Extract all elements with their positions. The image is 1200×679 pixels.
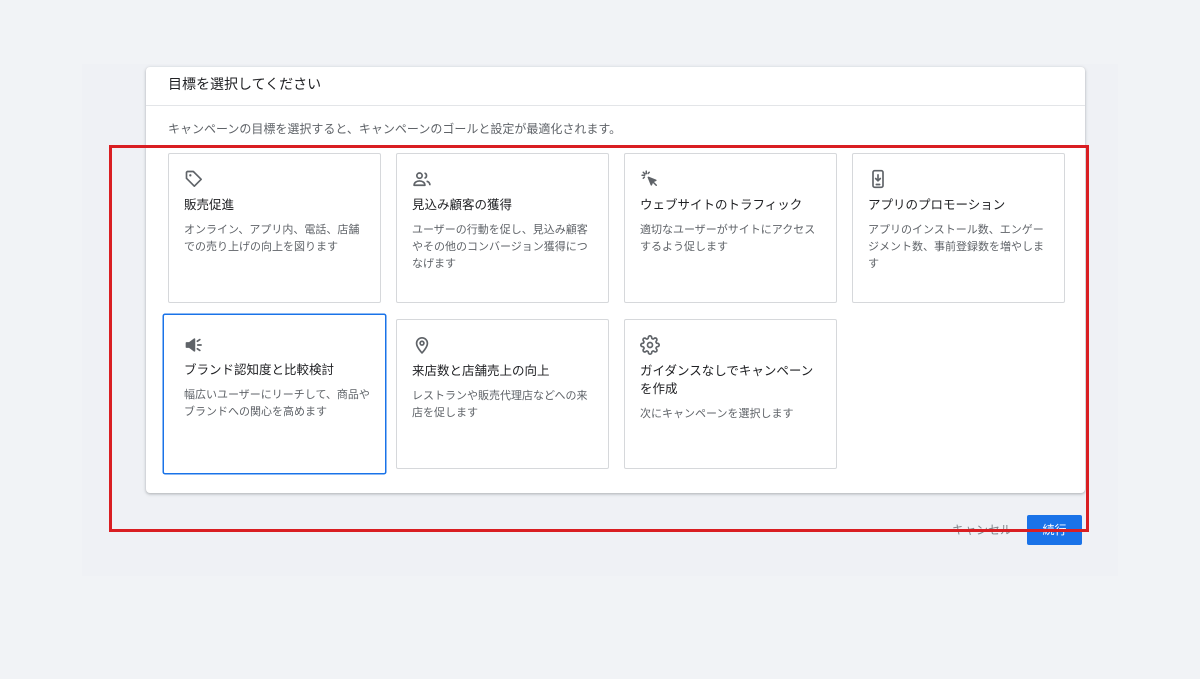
goal-tile-no-guidance[interactable]: ガイダンスなしでキャンペーンを作成 次にキャンペーンを選択します (624, 319, 837, 469)
cursor-click-icon (640, 169, 660, 189)
title-divider (146, 105, 1085, 106)
phone-download-icon (868, 169, 888, 189)
goal-description: 適切なユーザーがサイトにアクセスするよう促します (640, 223, 816, 253)
gear-icon (640, 335, 660, 355)
goal-description: 次にキャンペーンを選択します (640, 407, 794, 420)
goal-title: アプリのプロモーション (868, 197, 1006, 212)
goal-title: ガイダンスなしでキャンペーンを作成 (640, 363, 814, 396)
goal-title: 販売促進 (184, 197, 235, 212)
goal-title: ウェブサイトのトラフィック (640, 197, 803, 212)
goal-tile-brand-awareness[interactable]: ブランド認知度と比較検討 幅広いユーザーにリーチして、商品やブランドへの関心を高… (163, 314, 386, 474)
location-pin-icon (412, 335, 432, 355)
goal-tile-sales[interactable]: 販売促進 オンライン、アプリ内、電話、店舗での売り上げの向上を図ります (168, 153, 381, 303)
goal-description: レストランや販売代理店などへの来店を促します (412, 389, 588, 419)
goal-description: ユーザーの行動を促し、見込み顧客やその他のコンバージョン獲得につなげます (412, 223, 588, 270)
goal-title: ブランド認知度と比較検討 (184, 362, 335, 377)
goal-title: 来店数と店舗売上の向上 (412, 363, 550, 378)
cancel-button[interactable]: キャンセル (952, 520, 1012, 540)
tag-icon (184, 169, 204, 189)
goal-description: アプリのインストール数、エンゲージメント数、事前登録数を増やします (868, 223, 1044, 270)
card-description: キャンペーンの目標を選択すると、キャンペーンのゴールと設定が最適化されます。 (168, 122, 622, 136)
goal-title: 見込み顧客の獲得 (412, 197, 513, 212)
goal-tile-app-promotion[interactable]: アプリのプロモーション アプリのインストール数、エンゲージメント数、事前登録数を… (852, 153, 1065, 303)
goal-description: 幅広いユーザーにリーチして、商品やブランドへの関心を高めます (184, 388, 370, 418)
people-icon (412, 169, 432, 189)
continue-button[interactable]: 続行 (1027, 515, 1082, 545)
card-title: 目標を選択してください (168, 77, 322, 93)
goal-tile-store-visits[interactable]: 来店数と店舗売上の向上 レストランや販売代理店などへの来店を促します (396, 319, 609, 469)
goal-tile-website-traffic[interactable]: ウェブサイトのトラフィック 適切なユーザーがサイトにアクセスするよう促します (624, 153, 837, 303)
goal-description: オンライン、アプリ内、電話、店舗での売り上げの向上を図ります (184, 223, 360, 253)
megaphone-icon (184, 335, 204, 355)
goal-tile-leads[interactable]: 見込み顧客の獲得 ユーザーの行動を促し、見込み顧客やその他のコンバージョン獲得に… (396, 153, 609, 303)
